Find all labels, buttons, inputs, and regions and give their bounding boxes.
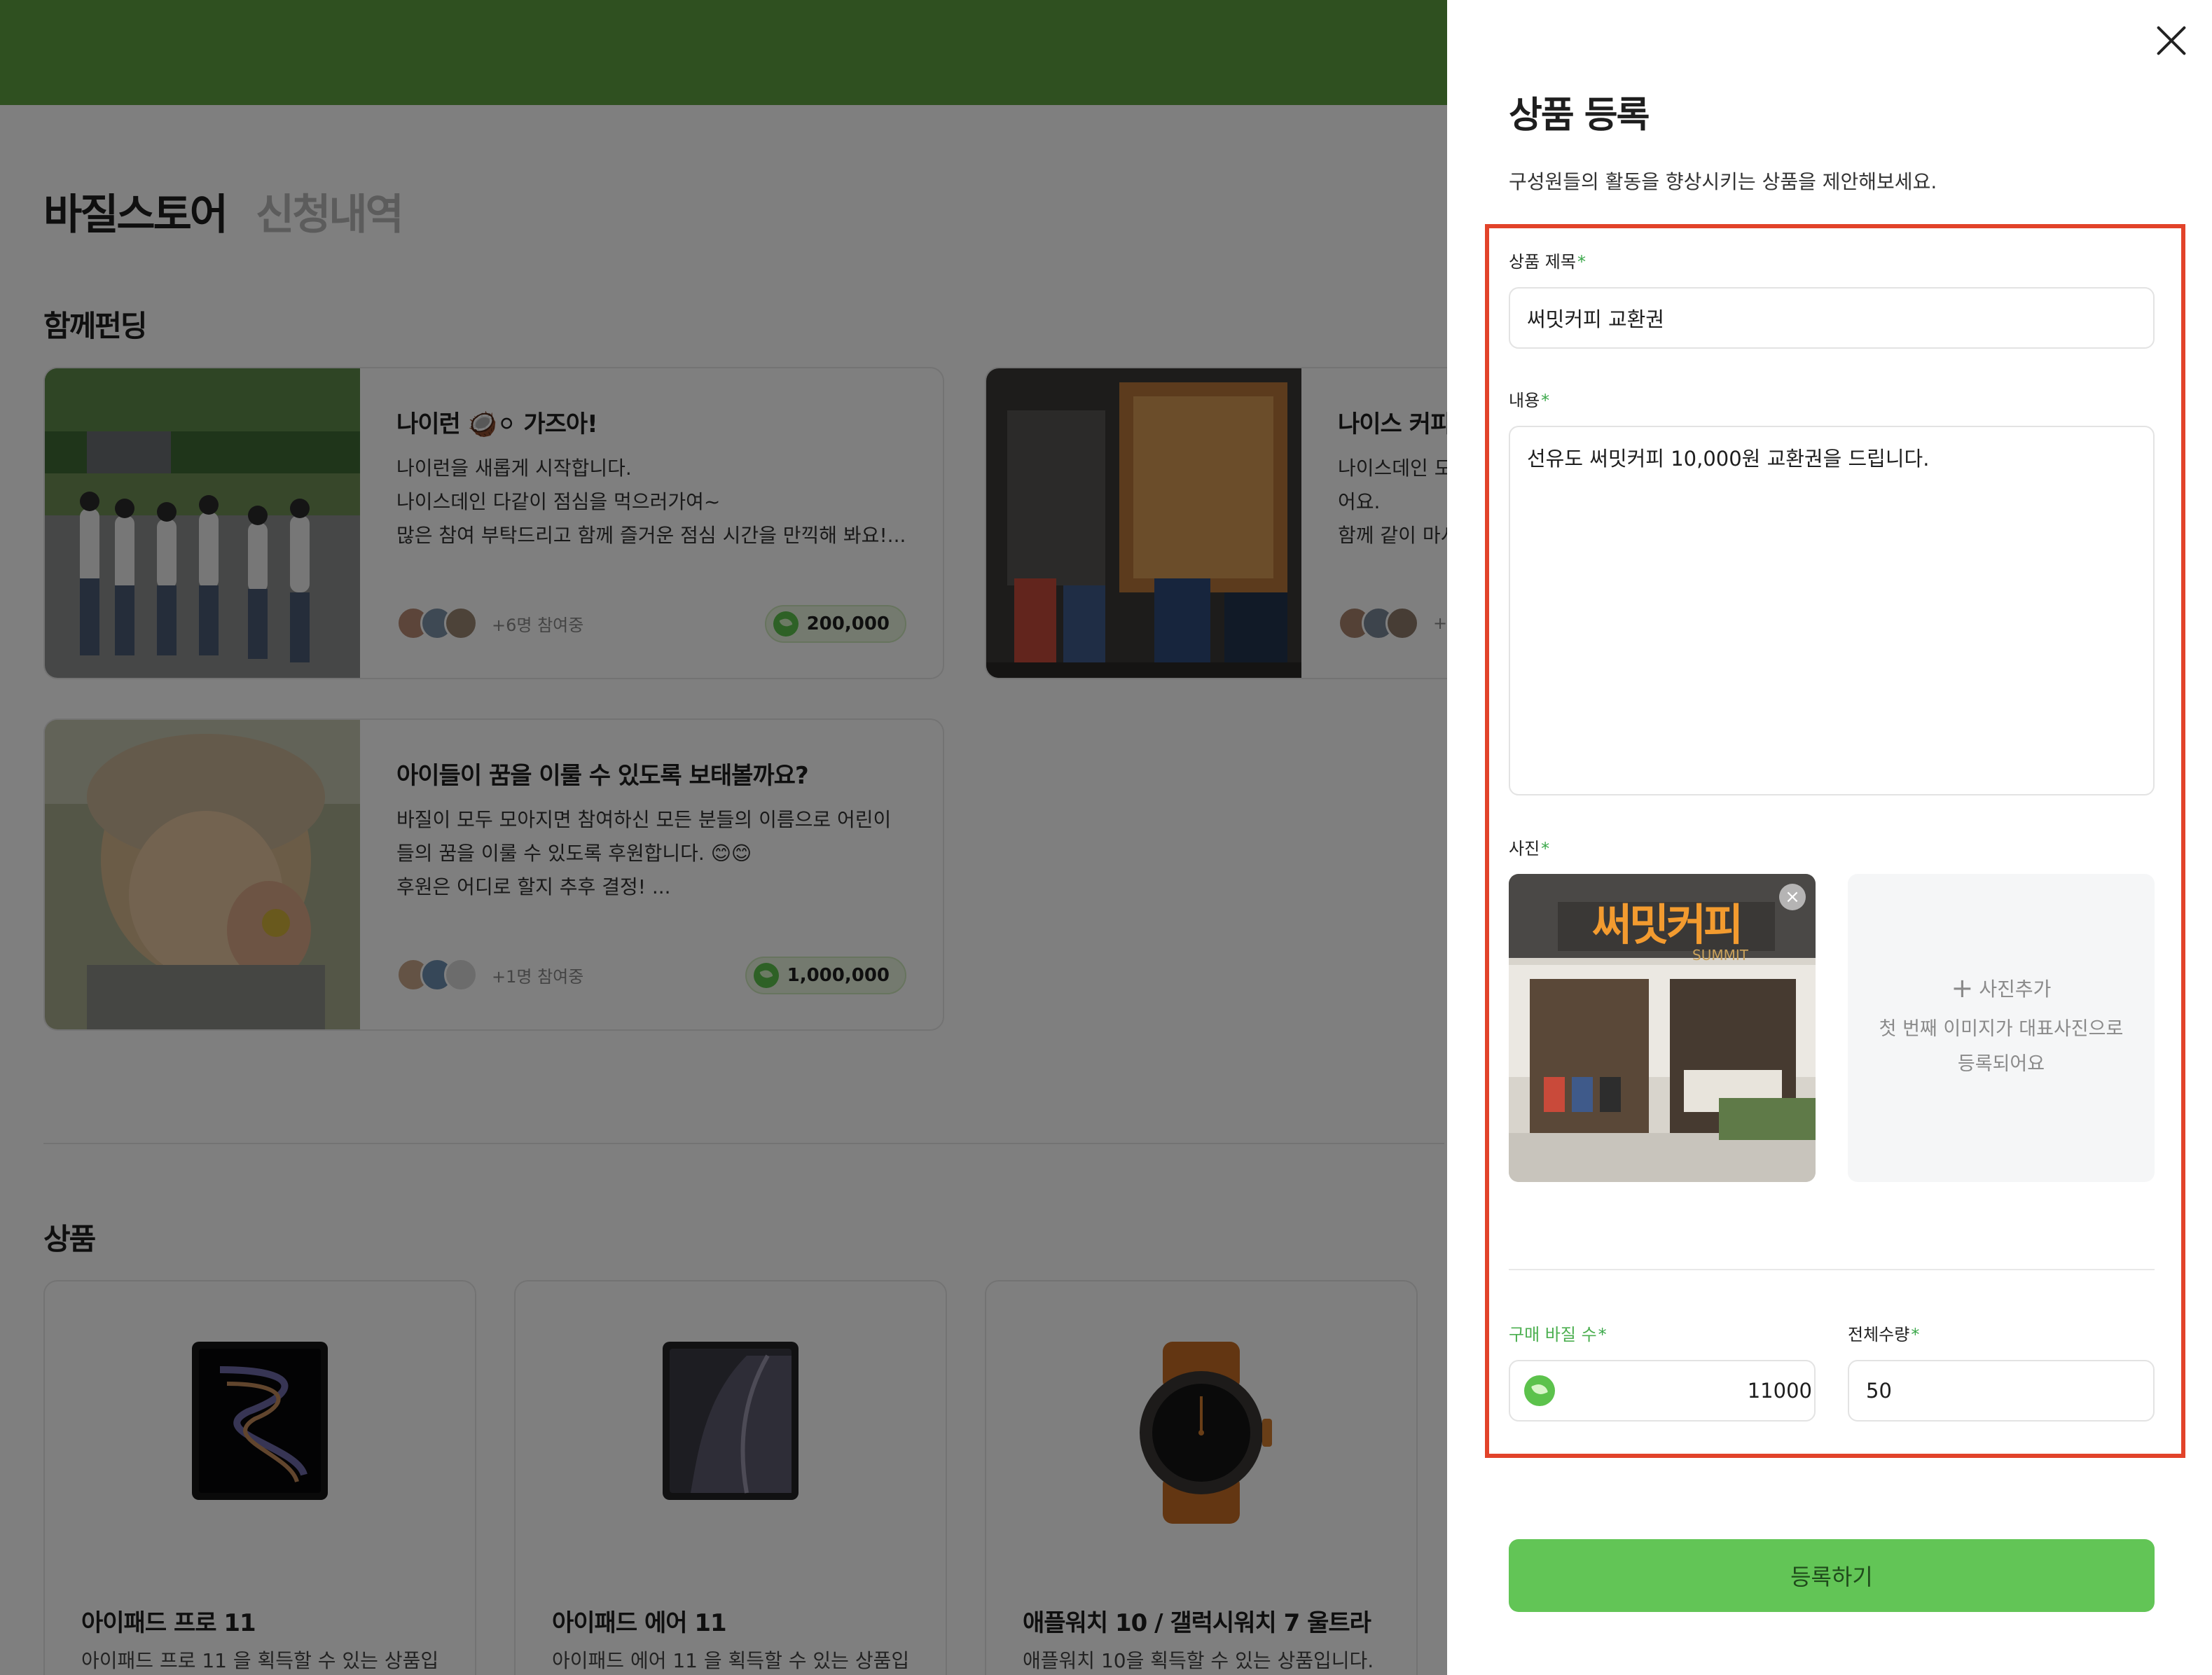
photo-label: 사진* [1509, 839, 1550, 859]
required-mark: * [1598, 1325, 1607, 1344]
panel-title: 상품 등록 [1509, 95, 1650, 137]
required-mark: * [1541, 839, 1550, 859]
add-photo-label: 사진추가 [1979, 978, 2052, 1001]
required-mark: * [1577, 252, 1586, 272]
price-label: 구매 바질 수* [1509, 1325, 1607, 1344]
price-field[interactable] [1509, 1360, 1816, 1422]
quantity-input[interactable] [1848, 1360, 2155, 1422]
product-registration-panel: 상품 등록 구성원들의 활동을 향상시키는 상품을 제안해보세요. 상품 제목*… [1447, 0, 2212, 1675]
modal-backdrop[interactable] [0, 0, 1447, 1675]
uploaded-photo[interactable]: 써밋커피 SUMMIT × [1509, 874, 1816, 1182]
shop-sign-subtext: SUMMIT [1692, 947, 1748, 964]
add-photo-button[interactable]: + 사진추가 첫 번째 이미지가 대표사진으로 등록되어요 [1848, 874, 2155, 1182]
panel-subtitle: 구성원들의 활동을 향상시키는 상품을 제안해보세요. [1509, 170, 1937, 193]
plus-icon: + [1951, 973, 1974, 1003]
quantity-label: 전체수량* [1848, 1325, 1920, 1344]
form-divider [1509, 1269, 2155, 1270]
shop-sign-text: 써밋커피 [1591, 899, 1743, 950]
content-label: 내용* [1509, 391, 1550, 410]
register-button[interactable]: 등록하기 [1509, 1539, 2155, 1612]
basil-leaf-icon [1524, 1375, 1555, 1406]
required-mark: * [1911, 1325, 1920, 1344]
form-highlight-box [1485, 224, 2185, 1458]
product-title-input[interactable] [1509, 287, 2155, 349]
close-icon[interactable] [2153, 22, 2190, 59]
product-title-label: 상품 제목* [1509, 252, 1586, 272]
content-textarea[interactable]: 선유도 써밋커피 10,000원 교환권을 드립니다. [1509, 426, 2155, 795]
required-mark: * [1541, 391, 1550, 410]
price-input[interactable] [1555, 1379, 1812, 1403]
remove-photo-icon[interactable]: × [1779, 884, 1806, 910]
add-photo-hint: 첫 번째 이미지가 대표사진으로 등록되어요 [1879, 1018, 2124, 1075]
